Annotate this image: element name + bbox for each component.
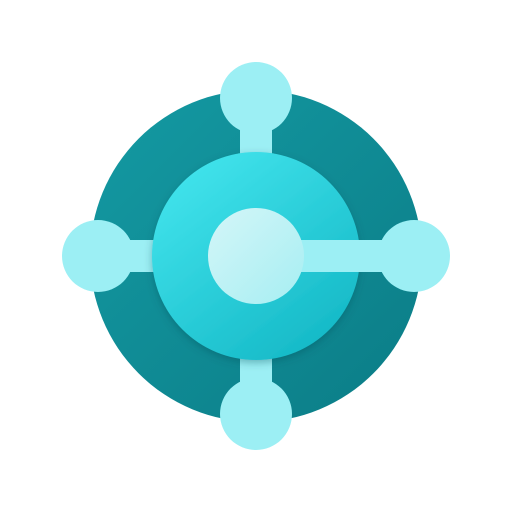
left-node <box>62 220 134 292</box>
right-node <box>378 220 450 292</box>
top-node <box>220 62 292 134</box>
bottom-node <box>220 378 292 450</box>
app-icon-canvas <box>0 0 512 512</box>
business-central-logo-icon <box>62 62 450 450</box>
center-node <box>208 208 304 304</box>
